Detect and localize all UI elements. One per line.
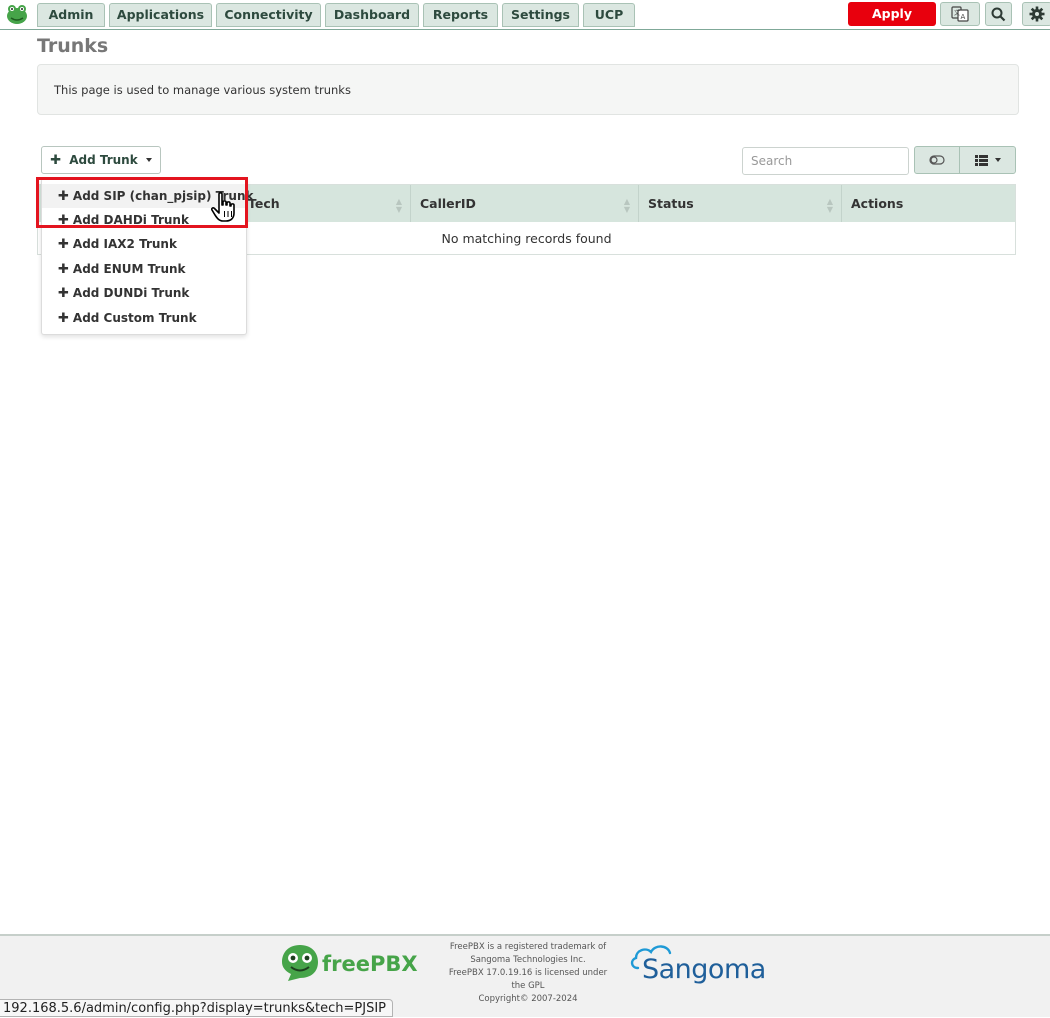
toggle-view-button[interactable]	[914, 146, 960, 174]
language-icon: 文 A	[951, 6, 969, 22]
plus-icon: ✚	[58, 286, 69, 301]
tab-connectivity[interactable]: Connectivity	[216, 3, 321, 27]
legal-text: FreePBX is a registered trademark of San…	[448, 942, 608, 1004]
caret-down-icon	[145, 158, 152, 162]
svg-text:文: 文	[954, 9, 960, 17]
gear-icon	[1029, 6, 1045, 22]
tab-reports[interactable]: Reports	[423, 3, 498, 27]
freepbx-frog-icon	[282, 945, 318, 981]
menu-item-add-dundi-trunk[interactable]: ✚ Add DUNDi Trunk	[42, 281, 246, 305]
page-description: This page is used to manage various syst…	[37, 64, 1019, 115]
svg-text:A: A	[961, 13, 966, 21]
list-icon	[974, 154, 988, 166]
settings-button[interactable]	[1022, 2, 1050, 26]
sort-icon: ▲ ▼	[623, 197, 630, 214]
columns-button[interactable]	[959, 146, 1016, 174]
plus-icon: ✚	[58, 213, 69, 228]
freepbx-frog-icon[interactable]	[5, 3, 29, 25]
menu-item-add-iax2-trunk[interactable]: ✚ Add IAX2 Trunk	[42, 232, 246, 256]
caret-down-icon	[994, 158, 1001, 162]
toggle-icon	[929, 155, 945, 165]
search-icon	[991, 7, 1006, 21]
plus-icon: ✚	[58, 262, 69, 277]
tab-admin[interactable]: Admin	[37, 3, 105, 27]
plus-icon: ✚	[50, 152, 62, 168]
sangoma-brand-text: Sangoma	[642, 954, 766, 985]
column-header-callerid[interactable]: CallerID ▲ ▼	[411, 185, 639, 222]
freepbx-logo[interactable]: freePBX	[280, 943, 418, 983]
global-search-button[interactable]	[985, 2, 1012, 26]
plus-icon: ✚	[58, 311, 69, 326]
tab-dashboard[interactable]: Dashboard	[325, 3, 419, 27]
hand-cursor-icon	[210, 192, 235, 222]
plus-icon: ✚	[58, 237, 69, 252]
top-nav-bar: Admin Applications Connectivity Dashboar…	[0, 0, 1050, 45]
status-bar-url: 192.168.5.6/admin/config.php?display=tru…	[0, 999, 393, 1017]
sort-icon: ▲ ▼	[826, 197, 833, 214]
page-title: Trunks	[37, 35, 109, 57]
apply-config-button[interactable]: Apply Config	[848, 2, 936, 45]
add-trunk-label: Add Trunk	[69, 153, 138, 167]
language-button[interactable]: 文 A	[940, 2, 980, 26]
menu-item-add-custom-trunk[interactable]: ✚ Add Custom Trunk	[42, 306, 246, 330]
search-input[interactable]	[742, 147, 909, 175]
tab-settings[interactable]: Settings	[502, 3, 579, 27]
column-header-status[interactable]: Status ▲ ▼	[639, 185, 842, 222]
plus-icon: ✚	[58, 189, 69, 204]
tab-ucp[interactable]: UCP	[583, 3, 635, 27]
tab-applications[interactable]: Applications	[109, 3, 212, 27]
freepbx-brand-text: freePBX	[322, 952, 418, 976]
column-header-actions: Actions	[851, 196, 904, 211]
add-trunk-button[interactable]: ✚ Add Trunk	[41, 146, 161, 174]
sort-icon: ▲ ▼	[395, 197, 402, 214]
menu-item-add-enum-trunk[interactable]: ✚ Add ENUM Trunk	[42, 257, 246, 281]
sangoma-logo[interactable]: Sangoma	[628, 942, 788, 988]
